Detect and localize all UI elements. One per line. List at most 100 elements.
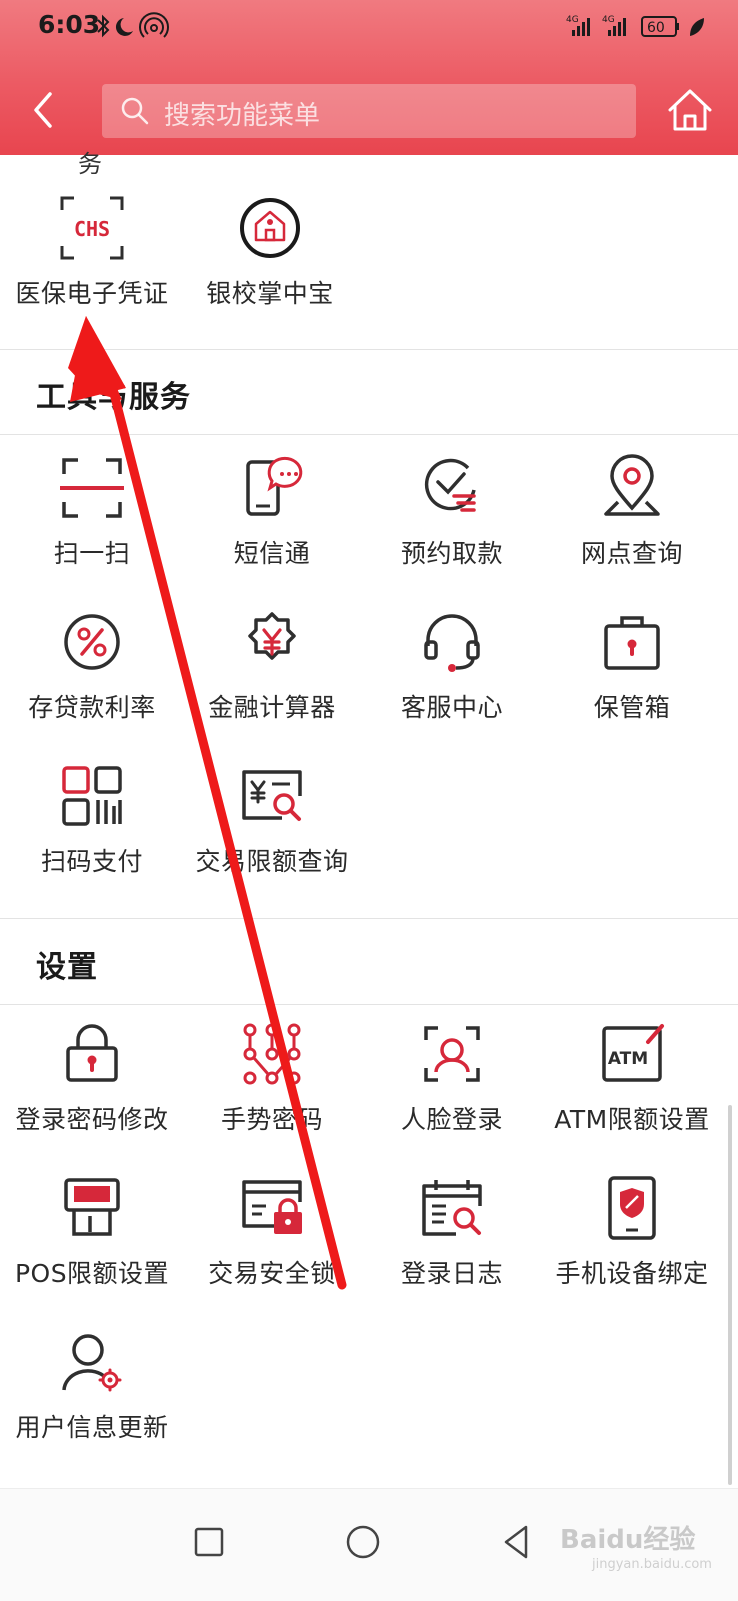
menu-item-label: 扫一扫 (53, 539, 131, 568)
menu-item-scan[interactable]: 扫一扫 (0, 452, 184, 570)
square-icon (194, 1527, 224, 1557)
menu-item-label: 人脸登录 (400, 1105, 503, 1134)
nav-row: 搜索功能菜单 (0, 84, 738, 140)
scan-icon (60, 458, 124, 518)
sms-phone-icon (246, 456, 303, 516)
percent-icon (64, 614, 120, 670)
home-button[interactable] (664, 84, 716, 140)
chs-icon: CHS (60, 196, 124, 260)
battery-level: 60 (647, 20, 665, 36)
limit-search-icon (242, 770, 302, 821)
menu-item-security-lock[interactable]: 交易安全锁 (180, 1172, 364, 1290)
status-bar: 6:03 4G 4G 60 (0, 0, 738, 52)
watermark-url: jingyan.baidu.com (592, 1557, 712, 1572)
menu-item-user-info[interactable]: 用户信息更新 (0, 1326, 184, 1444)
partial-section-title: 务 (78, 150, 102, 178)
menu-item-medical-insurance[interactable]: CHS 医保电子凭证 (0, 192, 184, 310)
atm-icon: ATM (602, 1024, 664, 1082)
menu-item-label: 短信通 (233, 539, 311, 568)
menu-item-atm-limit[interactable]: ATM ATM限额设置 (540, 1018, 724, 1136)
status-right-icons: 4G 4G 60 (566, 12, 716, 46)
chs-text: CHS (74, 217, 110, 241)
menu-item-limit-query[interactable]: 交易限额查询 (180, 760, 364, 878)
menu-item-label: ATM限额设置 (554, 1105, 710, 1134)
menu-item-label: 网点查询 (580, 539, 683, 568)
search-placeholder: 搜索功能菜单 (164, 101, 321, 131)
location-icon (604, 454, 660, 516)
menu-item-label: 预约取款 (400, 539, 503, 568)
menu-item-change-password[interactable]: 登录密码修改 (0, 1018, 184, 1136)
menu-item-label: 医保电子凭证 (15, 279, 169, 308)
menu-item-gesture-password[interactable]: 手势密码 (180, 1018, 364, 1136)
headset-icon (424, 614, 480, 672)
menu-item-label: 金融计算器 (208, 693, 336, 722)
menu-item-label: 登录日志 (400, 1259, 503, 1288)
clock-coin-icon (424, 458, 476, 512)
menu-item-pos-limit[interactable]: POS限额设置 (0, 1172, 184, 1290)
section-divider (0, 918, 738, 919)
phone-shield-icon (608, 1176, 656, 1240)
face-icon (424, 1026, 480, 1082)
menu-item-label: 手势密码 (220, 1105, 323, 1134)
menu-item-reserve-withdrawal[interactable]: 预约取款 (360, 452, 544, 570)
card-lock-icon (242, 1180, 302, 1234)
network-label-1: 4G (566, 15, 579, 25)
status-left-icons (96, 12, 176, 46)
section-title-tools: 工具与服务 (36, 380, 191, 415)
menu-item-device-binding[interactable]: 手机设备绑定 (540, 1172, 724, 1290)
menu-item-school[interactable]: 银校掌中宝 (178, 192, 362, 310)
gesture-icon (243, 1023, 301, 1085)
app-header: 6:03 4G 4G 60 搜索功能菜单 (0, 0, 738, 155)
battery-icon: 60 (641, 16, 679, 37)
search-input[interactable]: 搜索功能菜单 (102, 84, 636, 138)
menu-item-sms[interactable]: 短信通 (180, 452, 364, 570)
menu-item-label: 保管箱 (593, 693, 671, 722)
menu-item-face-login[interactable]: 人脸登录 (360, 1018, 544, 1136)
menu-item-label: 银校掌中宝 (206, 279, 334, 308)
back-button[interactable] (20, 84, 68, 140)
menu-item-login-log[interactable]: 登录日志 (360, 1172, 544, 1290)
home-nav-button[interactable] (338, 1517, 388, 1567)
menu-item-label: 交易限额查询 (195, 847, 349, 876)
menu-item-branch-search[interactable]: 网点查询 (540, 452, 724, 570)
qr-code-icon (62, 766, 122, 826)
back-arrow-icon (34, 92, 52, 128)
menu-item-customer-service[interactable]: 客服中心 (360, 606, 544, 724)
menu-item-label: 手机设备绑定 (555, 1259, 709, 1288)
menu-item-qr-pay[interactable]: 扫码支付 (0, 760, 184, 878)
triangle-back-icon (504, 1525, 528, 1559)
menu-item-safe-box[interactable]: 保管箱 (540, 606, 724, 724)
search-icon (121, 97, 149, 125)
safe-box-icon (604, 616, 660, 670)
hotspot-icon (139, 12, 169, 38)
menu-item-calculator[interactable]: 金融计算器 (180, 606, 364, 724)
status-time: 6:03 (38, 10, 101, 39)
leaf-icon (690, 18, 704, 36)
section-divider (0, 349, 738, 350)
bluetooth-icon (97, 14, 110, 38)
moon-icon (115, 18, 133, 36)
circle-icon (346, 1525, 380, 1559)
recent-apps-button[interactable] (184, 1517, 234, 1567)
menu-item-interest-rate[interactable]: 存贷款利率 (0, 606, 184, 724)
yen-gear-icon (248, 612, 296, 660)
menu-item-label: 用户信息更新 (15, 1413, 169, 1442)
section-divider (0, 1004, 738, 1005)
back-nav-button[interactable] (492, 1517, 542, 1567)
menu-item-label: 存贷款利率 (28, 693, 156, 722)
calendar-search-icon (422, 1180, 482, 1236)
pos-icon (64, 1178, 120, 1236)
menu-item-label: 交易安全锁 (208, 1259, 336, 1288)
menu-item-label: POS限额设置 (14, 1259, 170, 1288)
section-divider (0, 434, 738, 435)
atm-text: ATM (608, 1049, 648, 1069)
system-nav-bar: Baidu经验 jingyan.baidu.com (0, 1488, 738, 1601)
menu-item-label: 客服中心 (400, 693, 503, 722)
scrollbar[interactable] (728, 1105, 732, 1485)
network-label-2: 4G (602, 15, 615, 25)
lock-icon (66, 1024, 118, 1082)
school-icon (240, 198, 300, 258)
section-title-settings: 设置 (36, 950, 98, 985)
user-gear-icon (62, 1334, 122, 1392)
watermark-logo: Baidu经验 (560, 1525, 696, 1555)
